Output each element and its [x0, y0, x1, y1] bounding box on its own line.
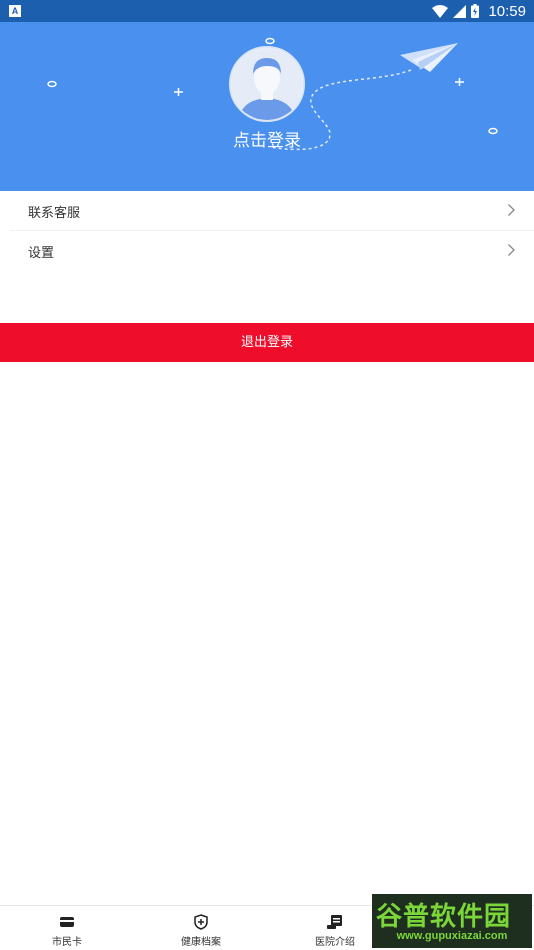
card-icon	[60, 917, 74, 927]
hospital-info-icon	[327, 915, 342, 929]
menu-item-label: 联系客服	[28, 206, 81, 221]
status-time: 10:59	[488, 2, 526, 20]
profile-header: 点击登录	[0, 22, 534, 191]
avatar[interactable]	[229, 46, 305, 122]
nav-item-health-records[interactable]: 健康档案	[134, 906, 268, 950]
signal-icon	[453, 4, 467, 18]
nav-item-label: 市民卡	[52, 937, 82, 948]
notification-a-icon: A	[9, 5, 21, 17]
menu-item-settings[interactable]: 设置	[0, 231, 534, 270]
nav-item-citizen-card[interactable]: 市民卡	[0, 906, 134, 950]
status-bar: A 10:59	[0, 0, 534, 22]
user-avatar-icon	[231, 48, 303, 120]
logout-button[interactable]: 退出登录	[0, 323, 534, 362]
nav-item-label: 健康档案	[181, 937, 221, 948]
watermark-title: 谷普软件园	[376, 902, 512, 932]
health-shield-icon	[194, 914, 208, 930]
menu-item-customer-service[interactable]: 联系客服	[0, 191, 534, 230]
paper-plane-icon	[400, 43, 458, 72]
chevron-right-icon	[508, 244, 515, 256]
watermark-logo: 谷普软件园 www.gupuxiazai.com	[372, 894, 532, 948]
battery-icon	[471, 4, 480, 18]
wifi-icon	[432, 4, 449, 18]
chevron-right-icon	[508, 204, 515, 216]
login-prompt[interactable]: 点击登录	[0, 126, 534, 151]
menu-item-label: 设置	[28, 246, 55, 261]
watermark-url: www.gupuxiazai.com	[396, 930, 508, 942]
profile-page: A 10:59 点击登录 联系客服 设置 退出登录 市民卡 健康档案 医院介绍 …	[0, 0, 534, 950]
